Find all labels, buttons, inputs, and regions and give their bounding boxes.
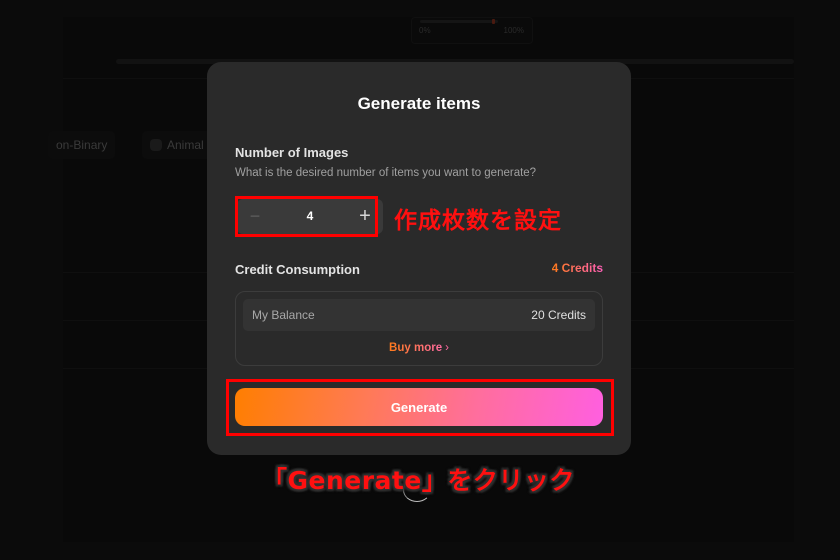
decrement-button[interactable]: −: [237, 199, 273, 234]
progress-track: [420, 19, 498, 24]
balance-row: My Balance 20 Credits: [243, 299, 595, 331]
background-chip-non-binary[interactable]: on-Binary: [48, 131, 116, 159]
buy-more-label: Buy more: [389, 342, 443, 354]
balance-box: My Balance 20 Credits Buy more ›: [235, 291, 603, 366]
credit-consumption-label: Credit Consumption: [235, 262, 360, 277]
number-of-images-description: What is the desired number of items you …: [235, 167, 537, 179]
background-chip-animal[interactable]: Animal: [142, 131, 212, 159]
generate-button[interactable]: Generate: [235, 388, 603, 426]
minus-icon: −: [249, 206, 261, 226]
progress-max-label: 100%: [503, 26, 524, 35]
plus-icon: +: [359, 205, 371, 227]
increment-button[interactable]: +: [347, 199, 383, 234]
screen: 0% 100% on-Binary Animal Generate items …: [0, 0, 840, 560]
modal-title: Generate items: [357, 94, 481, 113]
image-count-stepper: − 4 +: [237, 199, 383, 234]
chip-label: on-Binary: [56, 138, 108, 152]
background-progress-card: 0% 100%: [411, 17, 533, 44]
buy-more-link[interactable]: Buy more ›: [236, 342, 602, 354]
balance-label: My Balance: [252, 308, 315, 322]
progress-thumb[interactable]: [492, 19, 495, 24]
generate-annotation-text: 「Generate」をクリック: [262, 466, 575, 495]
generate-items-modal: Generate items Number of Images What is …: [207, 62, 631, 455]
number-of-images-label: Number of Images: [235, 145, 349, 160]
stepper-annotation-text: 作成枚数を設定: [394, 208, 562, 234]
credit-consumption-value: 4 Credits: [551, 261, 603, 275]
progress-min-label: 0%: [419, 26, 431, 35]
balance-value: 20 Credits: [531, 308, 586, 322]
radio-icon: [150, 139, 162, 151]
image-count-value[interactable]: 4: [273, 199, 347, 234]
chip-label: Animal: [167, 138, 204, 152]
chevron-right-icon: ›: [445, 342, 449, 354]
